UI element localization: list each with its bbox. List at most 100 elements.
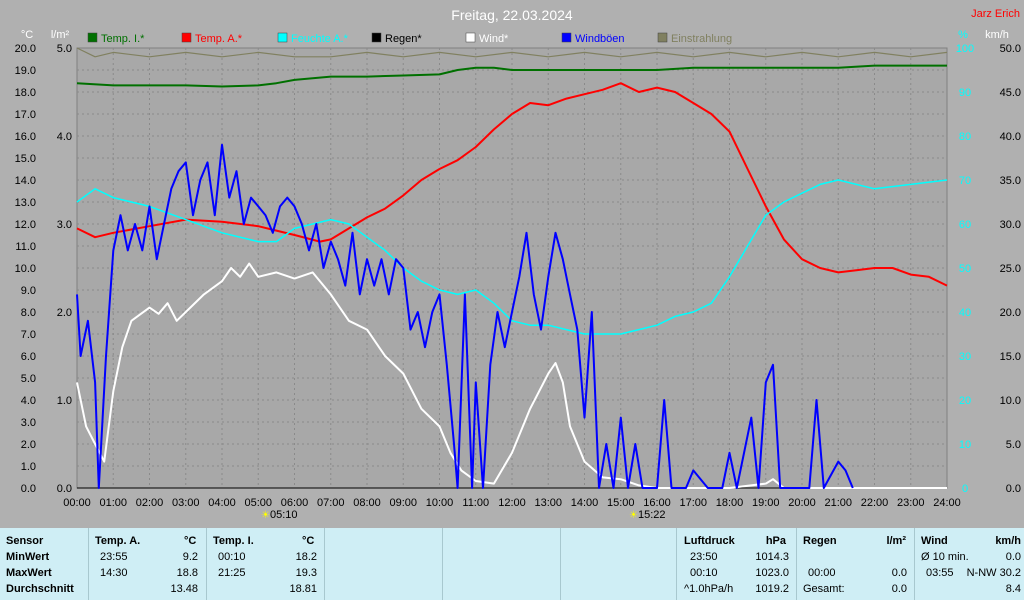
x-tick-label: 20:00: [788, 497, 816, 509]
temp-i-min-value: 18.2: [295, 551, 317, 563]
sun-icon: ☀: [261, 510, 270, 521]
rain-tick-label: 2.0: [57, 307, 72, 319]
temp-tick-label: 14.0: [15, 175, 36, 187]
humidity-tick-label: 20: [959, 395, 971, 407]
legend-swatch: [371, 32, 382, 43]
table-divider: [796, 528, 797, 600]
temp-i-min-time: 00:10: [218, 551, 246, 563]
table-divider: [914, 528, 915, 600]
temp-a-average: 13.48: [170, 583, 198, 595]
temp-i-max-time: 21:25: [218, 567, 246, 579]
temp-tick-label: 8.0: [21, 307, 36, 319]
x-tick-label: 13:00: [534, 497, 562, 509]
legend-label: Temp. A.*: [195, 33, 243, 45]
legend-label: Einstrahlung: [671, 33, 732, 45]
pressure-unit: hPa: [765, 535, 786, 547]
x-tick-label: 04:00: [208, 497, 236, 509]
humidity-tick-label: 0: [962, 483, 968, 495]
temp-axis-unit: °C: [21, 29, 33, 41]
temp-tick-label: 4.0: [21, 395, 36, 407]
wind-tick-label: 50.0: [1000, 43, 1021, 55]
temp-tick-label: 2.0: [21, 439, 36, 451]
temp-a-min-value: 9.2: [182, 551, 198, 563]
temp-tick-label: 19.0: [15, 65, 36, 77]
row-label-max: MaxWert: [6, 567, 52, 579]
x-tick-label: 22:00: [861, 497, 889, 509]
temp-tick-label: 6.0: [21, 351, 36, 363]
x-tick-label: 24:00: [933, 497, 961, 509]
pressure-min-value: 1014.3: [755, 551, 789, 563]
temp-tick-label: 5.0: [21, 373, 36, 385]
humidity-tick-label: 60: [959, 219, 971, 231]
temp-tick-label: 7.0: [21, 329, 36, 341]
table-divider: [560, 528, 561, 600]
x-tick-label: 09:00: [389, 497, 417, 509]
legend-label: Regen*: [385, 33, 422, 45]
pressure-max-value: 1023.0: [755, 567, 789, 579]
sun-icon: ☀: [629, 510, 638, 521]
pressure-max-time: 00:10: [690, 567, 718, 579]
x-tick-label: 11:00: [462, 497, 489, 509]
x-tick-label: 12:00: [498, 497, 526, 509]
weather-chart: 00:00 01:00 02:00 03:00 04:00 05:00 06:00 07:00…: [0, 0, 1024, 528]
wind-tick-label: 20.0: [1000, 307, 1021, 319]
x-tick-label: 01:00: [99, 497, 127, 509]
x-tick-label: 18:00: [716, 497, 744, 509]
temp-a-max-value: 18.8: [176, 567, 198, 579]
table-divider: [88, 528, 89, 600]
humidity-tick-label: 70: [959, 175, 971, 187]
wind-day-average: 8.4: [1005, 583, 1021, 595]
wind-tick-label: 40.0: [1000, 131, 1021, 143]
rain-max-time: 00:00: [808, 567, 836, 579]
rain-unit: l/m²: [886, 535, 906, 547]
temp-tick-label: 16.0: [15, 131, 36, 143]
summary-table: Sensor MinWert MaxWert Durchschnitt Temp…: [0, 528, 1024, 600]
sunrise-marker: ☀ 05:10: [261, 509, 298, 521]
humidity-tick-label: 90: [959, 87, 971, 99]
rain-tick-label: 1.0: [57, 395, 72, 407]
rain-total-label: Gesamt:: [803, 583, 845, 595]
wind-max-time: 03:55: [926, 567, 954, 579]
legend-label: Windböen: [575, 33, 625, 45]
wind-avg-value: 0.0: [1005, 551, 1021, 563]
wind-tick-label: 15.0: [1000, 351, 1021, 363]
wind-avg-label: Ø 10 min.: [921, 551, 969, 563]
wind-tick-label: 45.0: [1000, 87, 1021, 99]
wind-tick-label: 0.0: [1006, 483, 1021, 495]
x-tick-label: 10:00: [426, 497, 454, 509]
temp-i-unit: °C: [302, 535, 315, 547]
x-tick-label: 07:00: [317, 497, 345, 509]
x-tick-label: 15:00: [607, 497, 635, 509]
row-label-avg: Durchschnitt: [6, 583, 74, 595]
pressure-trend: ^1.0hPa/h: [684, 583, 734, 595]
humidity-tick-label: 100: [956, 43, 974, 55]
rain-tick-label: 5.0: [57, 43, 72, 55]
row-label-min: MinWert: [6, 551, 50, 563]
temp-tick-label: 15.0: [15, 153, 36, 165]
temp-a-title: Temp. A.: [95, 535, 141, 547]
temp-tick-label: 12.0: [15, 219, 36, 231]
humidity-tick-label: 40: [959, 307, 971, 319]
x-tick-label: 08:00: [353, 497, 381, 509]
x-tick-label: 21:00: [824, 497, 852, 509]
legend-label: Wind*: [479, 33, 509, 45]
sunset-marker: ☀ 15:22: [629, 509, 666, 521]
wind-tick-label: 30.0: [1000, 219, 1021, 231]
x-tick-label: 00:00: [63, 497, 91, 509]
wind-title: Wind: [921, 535, 948, 547]
legend-label: Temp. I.*: [101, 33, 145, 45]
sensor-header: Sensor: [6, 535, 44, 547]
table-divider: [206, 528, 207, 600]
humidity-axis-unit: %: [958, 29, 968, 41]
table-divider: [324, 528, 325, 600]
x-tick-label: 23:00: [897, 497, 925, 509]
temp-tick-label: 1.0: [21, 461, 36, 473]
pressure-min-time: 23:50: [690, 551, 718, 563]
x-tick-label: 14:00: [571, 497, 599, 509]
legend-swatch: [561, 32, 572, 43]
pressure-average: 1019.2: [755, 583, 789, 595]
legend-swatch: [465, 32, 476, 43]
x-tick-label: 02:00: [136, 497, 164, 509]
wind-unit: km/h: [995, 535, 1021, 547]
humidity-tick-label: 50: [959, 263, 971, 275]
